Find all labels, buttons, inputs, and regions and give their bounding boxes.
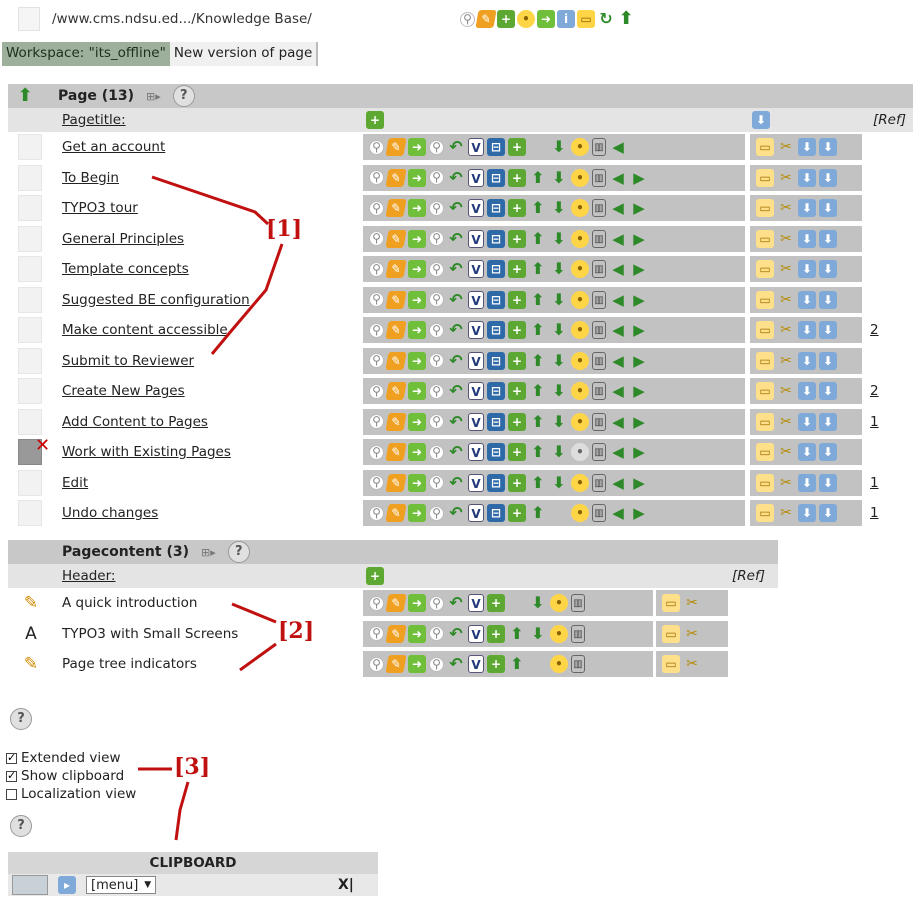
show-clipboard-label: Show clipboard: [21, 768, 125, 784]
clipboard-close[interactable]: X|: [338, 877, 354, 893]
localization-view-checkbox[interactable]: [6, 788, 17, 800]
view-options: Extended view Show clipboard Localizatio…: [6, 749, 136, 803]
callout-1: [1]: [266, 216, 303, 242]
localization-view-label: Localization view: [21, 786, 137, 802]
extended-view-label: Extended view: [21, 750, 121, 766]
show-clipboard-checkbox[interactable]: [6, 767, 17, 785]
clipboard-title: CLIPBOARD: [8, 852, 378, 874]
clipboard-tab-icon[interactable]: ▸: [58, 876, 76, 894]
help-icon[interactable]: ?: [10, 815, 32, 837]
clipboard-tab-normal[interactable]: [12, 875, 48, 895]
clipboard-select-value: [menu]: [91, 877, 139, 893]
extended-view-option[interactable]: Extended view: [6, 749, 136, 767]
callout-2: [2]: [278, 618, 315, 644]
clipboard-panel: CLIPBOARD ▸ [menu] ▼ X|: [8, 852, 378, 896]
help-icon[interactable]: ?: [10, 708, 32, 730]
callout-3: [3]: [174, 754, 211, 780]
callout-lines: [138, 175, 284, 841]
extended-view-checkbox[interactable]: [6, 749, 17, 767]
clipboard-row: ▸ [menu] ▼ X|: [8, 874, 378, 896]
show-clipboard-option[interactable]: Show clipboard: [6, 767, 136, 785]
clipboard-select[interactable]: [menu] ▼: [86, 876, 157, 894]
localization-view-option[interactable]: Localization view: [6, 785, 136, 803]
